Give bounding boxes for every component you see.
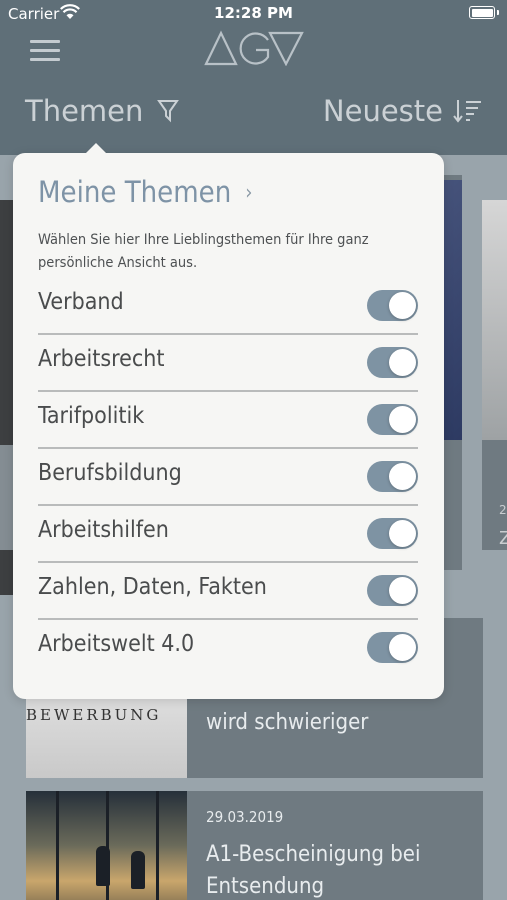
feed-card-title-line: Entsendung	[206, 874, 325, 899]
popover-description: Wählen Sie hier Ihre Lieblingsthemen für…	[38, 232, 369, 271]
topic-toggle-arbeitshilfen[interactable]	[367, 518, 418, 549]
feed-card-right[interactable]: 2 Z	[482, 200, 507, 550]
topic-label: Tarifpolitik	[38, 403, 145, 429]
topic-label: Arbeitsrecht	[38, 346, 165, 372]
topic-label: Arbeitswelt 4.0	[38, 631, 195, 657]
topic-label: Verband	[38, 289, 124, 315]
feed-card-date: 29.03.2019	[206, 808, 284, 826]
filter-icon	[157, 100, 180, 123]
popover-arrow	[85, 143, 107, 154]
topics-filter-button[interactable]: Themen	[25, 93, 180, 129]
topic-toggle-berufsbildung[interactable]	[367, 461, 418, 492]
feed-card-image	[482, 200, 507, 440]
topic-row-zahlen-daten-fakten: Zahlen, Daten, Fakten	[38, 563, 418, 620]
feed-card-panel	[0, 445, 13, 550]
sort-descending-icon	[453, 100, 481, 123]
image-text: BEWERBUNG	[26, 706, 162, 724]
topic-toggle-arbeitsrecht[interactable]	[367, 347, 418, 378]
feed-card-title: A1-Bescheinigung bei Entsendung	[206, 839, 420, 900]
topic-toggle-tarifpolitik[interactable]	[367, 404, 418, 435]
feed-card-title: Z	[499, 528, 507, 549]
topic-toggle-zahlen-daten-fakten[interactable]	[367, 575, 418, 606]
topic-row-tarifpolitik: Tarifpolitik	[38, 392, 418, 449]
topic-row-arbeitshilfen: Arbeitshilfen	[38, 506, 418, 563]
battery-icon	[469, 6, 499, 19]
topic-toggle-arbeitswelt[interactable]	[367, 632, 418, 663]
topic-label: Zahlen, Daten, Fakten	[38, 574, 267, 600]
feed-card-date: 2	[499, 503, 507, 517]
status-time: 12:28 PM	[214, 4, 293, 22]
sort-label: Neueste	[322, 94, 443, 128]
feed-card-title: wird schwieriger	[206, 710, 369, 735]
topic-row-berufsbildung: Berufsbildung	[38, 449, 418, 506]
topic-row-arbeitsrecht: Arbeitsrecht	[38, 335, 418, 392]
topic-toggle-verband[interactable]	[367, 290, 418, 321]
topic-label: Arbeitshilfen	[38, 517, 169, 543]
topic-row-verband: Verband	[38, 278, 418, 335]
topics-label: Themen	[25, 94, 144, 128]
feed-card-title-line: A1-Bescheinigung bei	[206, 842, 421, 867]
status-bar: Carrier 12:28 PM	[0, 0, 507, 28]
chevron-right-icon: ›	[245, 180, 253, 204]
feed-card-image	[26, 791, 187, 900]
popover-title: Meine Themen	[38, 175, 232, 209]
feed-card-a1[interactable]: 29.03.2019 A1-Bescheinigung bei Entsendu…	[26, 791, 483, 900]
topic-list: Verband Arbeitsrecht Tarifpolitik Berufs…	[38, 278, 418, 677]
hamburger-icon[interactable]	[30, 40, 60, 62]
topic-label: Berufsbildung	[38, 460, 182, 486]
topic-row-arbeitswelt: Arbeitswelt 4.0	[38, 620, 418, 677]
app-header: Carrier 12:28 PM Themen Neueste	[0, 0, 507, 155]
agv-logo	[204, 30, 304, 66]
my-topics-link[interactable]: Meine Themen ›	[38, 175, 252, 209]
sort-button[interactable]: Neueste	[323, 93, 483, 129]
my-topics-popover: Meine Themen › Wählen Sie hier Ihre Lieb…	[13, 143, 444, 699]
